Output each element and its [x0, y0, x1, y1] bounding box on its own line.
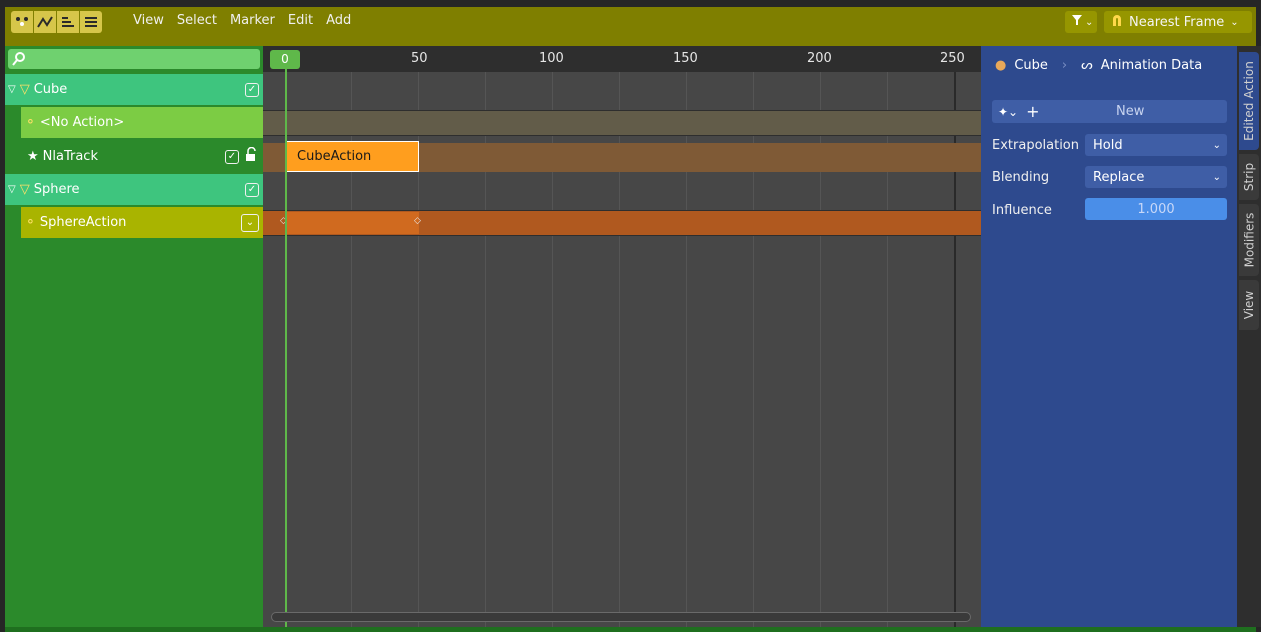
blending-dropdown[interactable]: Replace ⌄: [1085, 166, 1227, 188]
channel-label: SphereAction: [39, 215, 127, 230]
nla-timeline[interactable]: 0 50 100 150 200 250 CubeAction ◇ ◇: [263, 46, 981, 627]
extrapolation-dropdown[interactable]: Hold ⌄: [1085, 134, 1227, 156]
frame-ruler[interactable]: 0 50 100 150 200 250: [263, 46, 981, 72]
influence-label: Influence: [992, 203, 1052, 218]
menu-marker[interactable]: Marker: [230, 13, 275, 28]
channel-label: Cube: [33, 82, 68, 97]
action-range-sphere[interactable]: [285, 212, 419, 234]
current-frame-indicator[interactable]: 0: [270, 50, 300, 69]
channel-label: NlaTrack: [42, 149, 98, 164]
plus-icon[interactable]: +: [1026, 102, 1039, 121]
action-selector[interactable]: ✦⌄ + New: [992, 100, 1227, 123]
ruler-label: 150: [673, 51, 698, 66]
chevron-down-icon: ⌄: [1212, 171, 1221, 183]
tab-strip[interactable]: Strip: [1239, 154, 1259, 200]
search-icon: [12, 51, 26, 71]
tab-label: Modifiers: [1242, 212, 1256, 268]
snapping-label: Nearest Frame: [1129, 14, 1225, 30]
channel-label: <No Action>: [39, 115, 125, 130]
channel-list: ▽ ▽ Cube ✓ ⚬ <No Action> ★ NlaTrack ✓ ▽ …: [5, 46, 263, 627]
breadcrumb-data: Animation Data: [1100, 58, 1203, 73]
channel-action-slot[interactable]: ⚬ <No Action>: [21, 107, 263, 138]
menu-add[interactable]: Add: [326, 13, 351, 28]
chevron-down-icon: ⌄: [1230, 16, 1239, 28]
ruler-label: 250: [940, 51, 965, 66]
channel-label: Sphere: [33, 182, 80, 197]
nla-editor-icon[interactable]: [11, 11, 33, 33]
object-icon: ▽: [19, 82, 30, 97]
tab-modifiers[interactable]: Modifiers: [1239, 204, 1259, 276]
action-icon: ⚬: [25, 115, 36, 130]
object-icon: ▽: [19, 182, 30, 197]
graph-editor-icon[interactable]: [34, 11, 56, 33]
chevron-right-icon: ›: [1061, 58, 1068, 73]
influence-value: 1.000: [1137, 201, 1175, 217]
sidebar-panel: ● Cube › ᔕ Animation Data ✦⌄ + New Extra…: [981, 46, 1237, 627]
dopesheet-editor-icon[interactable]: [80, 11, 102, 33]
ruler-label: 50: [411, 51, 428, 66]
filter-dropdown[interactable]: ⌄: [1065, 11, 1097, 33]
track-enable-checkbox[interactable]: ✓: [225, 149, 239, 164]
menu-edit[interactable]: Edit: [288, 13, 313, 28]
strip-label: CubeAction: [297, 149, 372, 164]
extrapolation-label: Extrapolation: [992, 138, 1080, 153]
menu-bar: View Select Marker Edit Add: [133, 13, 364, 28]
chevron-down-icon: ⌄: [1212, 139, 1221, 151]
editor-type-switcher: [11, 11, 103, 33]
channel-search-field[interactable]: [8, 49, 260, 69]
chevron-down-icon: ⌄: [1085, 16, 1094, 28]
action-browse-icon[interactable]: ✦⌄: [998, 105, 1018, 119]
tab-label: Edited Action: [1242, 61, 1257, 141]
channel-action-sphere[interactable]: ⚬ SphereAction ⌄: [21, 207, 263, 238]
nla-header: View Select Marker Edit Add ⌄ Nearest Fr…: [0, 0, 1261, 46]
channel-object-cube[interactable]: ▽ ▽ Cube ✓: [5, 74, 263, 105]
menu-view[interactable]: View: [133, 13, 164, 28]
menu-select[interactable]: Select: [177, 13, 217, 28]
track-no-action: [263, 110, 981, 136]
tab-label: Strip: [1242, 162, 1256, 192]
nla-strip-cubeaction[interactable]: CubeAction: [286, 141, 419, 172]
drivers-editor-icon[interactable]: [57, 11, 79, 33]
visibility-checkbox[interactable]: ✓: [245, 82, 259, 97]
visibility-checkbox[interactable]: ✓: [245, 182, 259, 197]
channel-object-sphere[interactable]: ▽ ▽ Sphere ✓: [5, 174, 263, 205]
expand-triangle-icon[interactable]: ▽: [8, 184, 16, 195]
playhead-line[interactable]: [285, 68, 287, 627]
action-icon: ⚬: [25, 215, 36, 230]
star-icon[interactable]: ★: [27, 149, 39, 164]
snapping-dropdown[interactable]: Nearest Frame ⌄: [1104, 11, 1252, 33]
channel-nla-track[interactable]: ★ NlaTrack ✓: [21, 141, 263, 172]
expand-triangle-icon[interactable]: ▽: [8, 84, 16, 95]
tab-label: View: [1242, 290, 1257, 320]
funnel-icon: [1071, 13, 1083, 31]
extrapolation-value: Hold: [1093, 137, 1123, 153]
bottom-border: [5, 627, 1256, 632]
influence-slider[interactable]: 1.000: [1085, 198, 1227, 220]
breadcrumb: ● Cube › ᔕ Animation Data: [995, 58, 1202, 73]
blending-value: Replace: [1093, 169, 1145, 185]
lock-icon[interactable]: [245, 146, 257, 166]
horizontal-scrollbar[interactable]: [271, 612, 971, 622]
magnet-icon: [1110, 13, 1124, 31]
tab-view[interactable]: View: [1239, 280, 1259, 330]
tab-edited-action[interactable]: Edited Action: [1239, 52, 1259, 150]
ruler-label: 100: [539, 51, 564, 66]
ruler-label: 200: [807, 51, 832, 66]
push-down-button[interactable]: ⌄: [241, 213, 259, 232]
blending-label: Blending: [992, 170, 1050, 185]
breadcrumb-object: Cube: [1014, 58, 1048, 73]
sidebar-tabs: Edited Action Strip Modifiers View: [1237, 46, 1261, 627]
animation-data-icon: ᔕ: [1081, 58, 1093, 73]
new-action-button[interactable]: New: [1116, 104, 1144, 119]
cube-icon: ●: [995, 58, 1007, 73]
keyframe-icon[interactable]: ◇: [414, 216, 421, 226]
